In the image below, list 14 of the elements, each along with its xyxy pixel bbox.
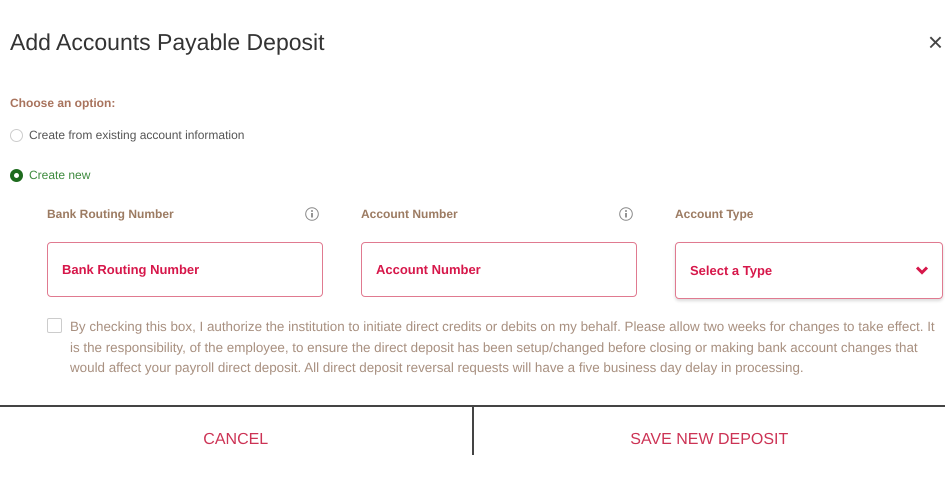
- cancel-button[interactable]: CANCEL: [0, 406, 472, 454]
- field-label: Bank Routing Number: [47, 207, 174, 221]
- field-label: Account Type: [675, 207, 754, 221]
- field-label: Account Number: [361, 207, 458, 221]
- text-field[interactable]: Bank Routing Number: [47, 242, 323, 297]
- option-label: Create new: [29, 168, 90, 182]
- option-label: Create from existing account information: [29, 128, 244, 142]
- close-button[interactable]: ×: [928, 26, 943, 58]
- type-dropdown[interactable]: Select a Type: [675, 242, 943, 299]
- dialog-title: Add Accounts Payable Deposit: [10, 28, 325, 56]
- text-field[interactable]: Account Number: [361, 242, 637, 297]
- option-heading: Choose an option:: [10, 96, 116, 110]
- authorization-text: By checking this box, I authorize the institution to initiate direct credits or debits on my behalf. Please allow two weeks for changes to take effect. It is the responsibility, of the employee, to ensure the direct deposit has been setup/changed before closing or making bank account changes that would affect your payroll direct deposit. All direct deposit reversal requests will have a five business day delay in processing.: [70, 318, 935, 377]
- save-button[interactable]: SAVE NEW DEPOSIT: [474, 406, 945, 454]
